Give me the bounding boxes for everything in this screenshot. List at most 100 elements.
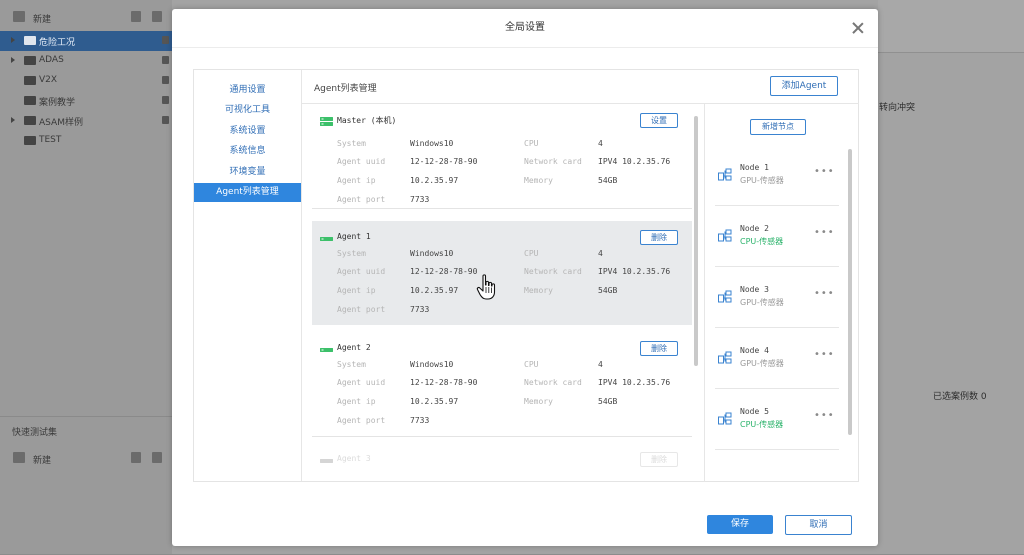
save-button[interactable]: 保存: [707, 515, 773, 534]
cancel-button[interactable]: 取消: [785, 515, 852, 535]
node-list-scrollbar[interactable]: [848, 149, 852, 435]
port-value: 7733: [410, 195, 430, 204]
uuid-value: 12-12-28-78-90: [410, 157, 478, 166]
node-name: Node 2: [740, 224, 769, 233]
more-icon[interactable]: •••: [814, 349, 835, 360]
memory-label: Memory: [524, 176, 553, 185]
node-item-3[interactable]: Node 3 GPU-传感器 •••: [715, 266, 839, 328]
network-value: IPV4 10.2.35.76: [598, 378, 671, 387]
node-type: GPU-传感器: [740, 176, 784, 185]
expand-arrow-icon[interactable]: [11, 57, 15, 63]
ip-value: 10.2.35.97: [410, 286, 459, 295]
network-value: IPV4 10.2.35.76: [598, 267, 671, 276]
trash-icon[interactable]: [131, 11, 141, 22]
agent-card-1[interactable]: Agent 1 删除 System Windows10 CPU 4 Agent …: [312, 221, 692, 325]
node-type: GPU-传感器: [740, 359, 784, 368]
agent-list-scrollbar[interactable]: [694, 116, 698, 366]
nav-system-settings[interactable]: 系统设置: [194, 122, 301, 141]
expand-arrow-icon[interactable]: [11, 117, 15, 123]
agent-delete-button[interactable]: 删除: [640, 341, 678, 356]
system-label: System: [337, 360, 366, 369]
tree-item-danger[interactable]: 危险工况: [0, 31, 172, 51]
node-item-4[interactable]: Node 4 GPU-传感器 •••: [715, 327, 839, 389]
ip-label: Agent ip: [337, 286, 376, 295]
agent-name: Agent 3: [337, 454, 371, 463]
lock-icon: [162, 76, 169, 84]
case-sidebar: 新建 危险工况 ADAS V2X 案例教学 ASAM样例 TEST 快速测试集 …: [0, 0, 172, 554]
lock-icon: [162, 36, 169, 44]
agent-card-2[interactable]: Agent 2 删除 System Windows10 CPU 4 Agent …: [312, 332, 692, 437]
folder-add-icon[interactable]: [13, 11, 25, 22]
more-icon[interactable]: •••: [814, 410, 835, 421]
network-label: Network card: [524, 378, 582, 387]
tree-item-label: 危险工况: [39, 38, 76, 48]
network-node-icon: [718, 229, 732, 242]
quick-test-title: 快速测试集: [12, 428, 58, 438]
folder-icon: [24, 36, 36, 45]
port-label: Agent port: [337, 305, 386, 314]
tree-item-label: TEST: [39, 135, 62, 145]
more-icon[interactable]: •••: [814, 288, 835, 299]
uuid-value: 12-12-28-78-90: [410, 378, 478, 387]
agent-delete-button[interactable]: 删除: [640, 452, 678, 467]
node-name: Node 5: [740, 407, 769, 416]
lock-icon: [162, 96, 169, 104]
add-agent-button[interactable]: 添加Agent: [770, 76, 838, 96]
agent-name: Master (本机): [337, 116, 397, 125]
more-icon[interactable]: •••: [814, 166, 835, 177]
port-value: 7733: [410, 305, 430, 314]
trash-icon[interactable]: [131, 452, 141, 463]
port-label: Agent port: [337, 195, 386, 204]
ip-value: 10.2.35.97: [410, 397, 459, 406]
node-item-5[interactable]: Node 5 CPU-传感器 •••: [715, 388, 839, 450]
nav-visualization[interactable]: 可视化工具: [194, 101, 301, 120]
server-icon: [320, 459, 333, 463]
uuid-value: 12-12-28-78-90: [410, 267, 478, 276]
port-label: Agent port: [337, 416, 386, 425]
tree-item-v2x[interactable]: V2X: [0, 71, 172, 91]
new-folder-label[interactable]: 新建: [33, 12, 51, 25]
expand-arrow-icon[interactable]: [11, 37, 15, 43]
agent-card-master: Master (本机) 设置 System Windows10 CPU 4 Ag…: [312, 104, 692, 209]
tree-item-adas[interactable]: ADAS: [0, 51, 172, 71]
node-type: CPU-传感器: [740, 420, 784, 429]
system-label: System: [337, 249, 366, 258]
agent-delete-button[interactable]: 删除: [640, 230, 678, 245]
more-icon[interactable]: •••: [814, 227, 835, 238]
node-item-2[interactable]: Node 2 CPU-传感器 •••: [715, 205, 839, 267]
quick-new-label[interactable]: 新建: [33, 453, 51, 466]
network-value: IPV4 10.2.35.76: [598, 157, 671, 166]
copy-icon[interactable]: [152, 452, 162, 463]
nav-agent-list[interactable]: Agent列表管理: [194, 183, 301, 202]
copy-icon[interactable]: [152, 11, 162, 22]
nav-system-info[interactable]: 系统信息: [194, 142, 301, 161]
system-value: Windows10: [410, 360, 454, 369]
close-icon[interactable]: [852, 22, 864, 34]
add-icon[interactable]: [13, 452, 25, 463]
nav-general[interactable]: 通用设置: [194, 81, 301, 100]
server-icon: [320, 348, 333, 352]
system-value: Windows10: [410, 139, 454, 148]
ip-label: Agent ip: [337, 397, 376, 406]
network-node-icon: [718, 290, 732, 303]
folder-icon: [24, 96, 36, 105]
agent-list-content: Agent列表管理 添加Agent Master (本机) 设置 System …: [302, 70, 859, 482]
node-item-1[interactable]: Node 1 GPU-传感器 •••: [715, 144, 839, 206]
tree-item-asam[interactable]: ASAM样例: [0, 111, 172, 131]
node-name: Node 1: [740, 163, 769, 172]
folder-icon: [24, 56, 36, 65]
cpu-value: 4: [598, 360, 603, 369]
agent-settings-button[interactable]: 设置: [640, 113, 678, 128]
tree-item-teaching[interactable]: 案例教学: [0, 91, 172, 111]
tree-item-label: ADAS: [39, 55, 64, 65]
nav-env-vars[interactable]: 环境变量: [194, 163, 301, 182]
selected-count-label: 已选案例数 0: [933, 392, 987, 402]
folder-icon: [24, 136, 36, 145]
network-node-icon: [718, 351, 732, 364]
tree-item-test[interactable]: TEST: [0, 131, 172, 151]
agent-card-3[interactable]: Agent 3 删除: [312, 443, 692, 482]
lock-icon: [162, 56, 169, 64]
add-node-button[interactable]: 新增节点: [750, 119, 806, 135]
network-label: Network card: [524, 157, 582, 166]
lock-icon: [162, 116, 169, 124]
